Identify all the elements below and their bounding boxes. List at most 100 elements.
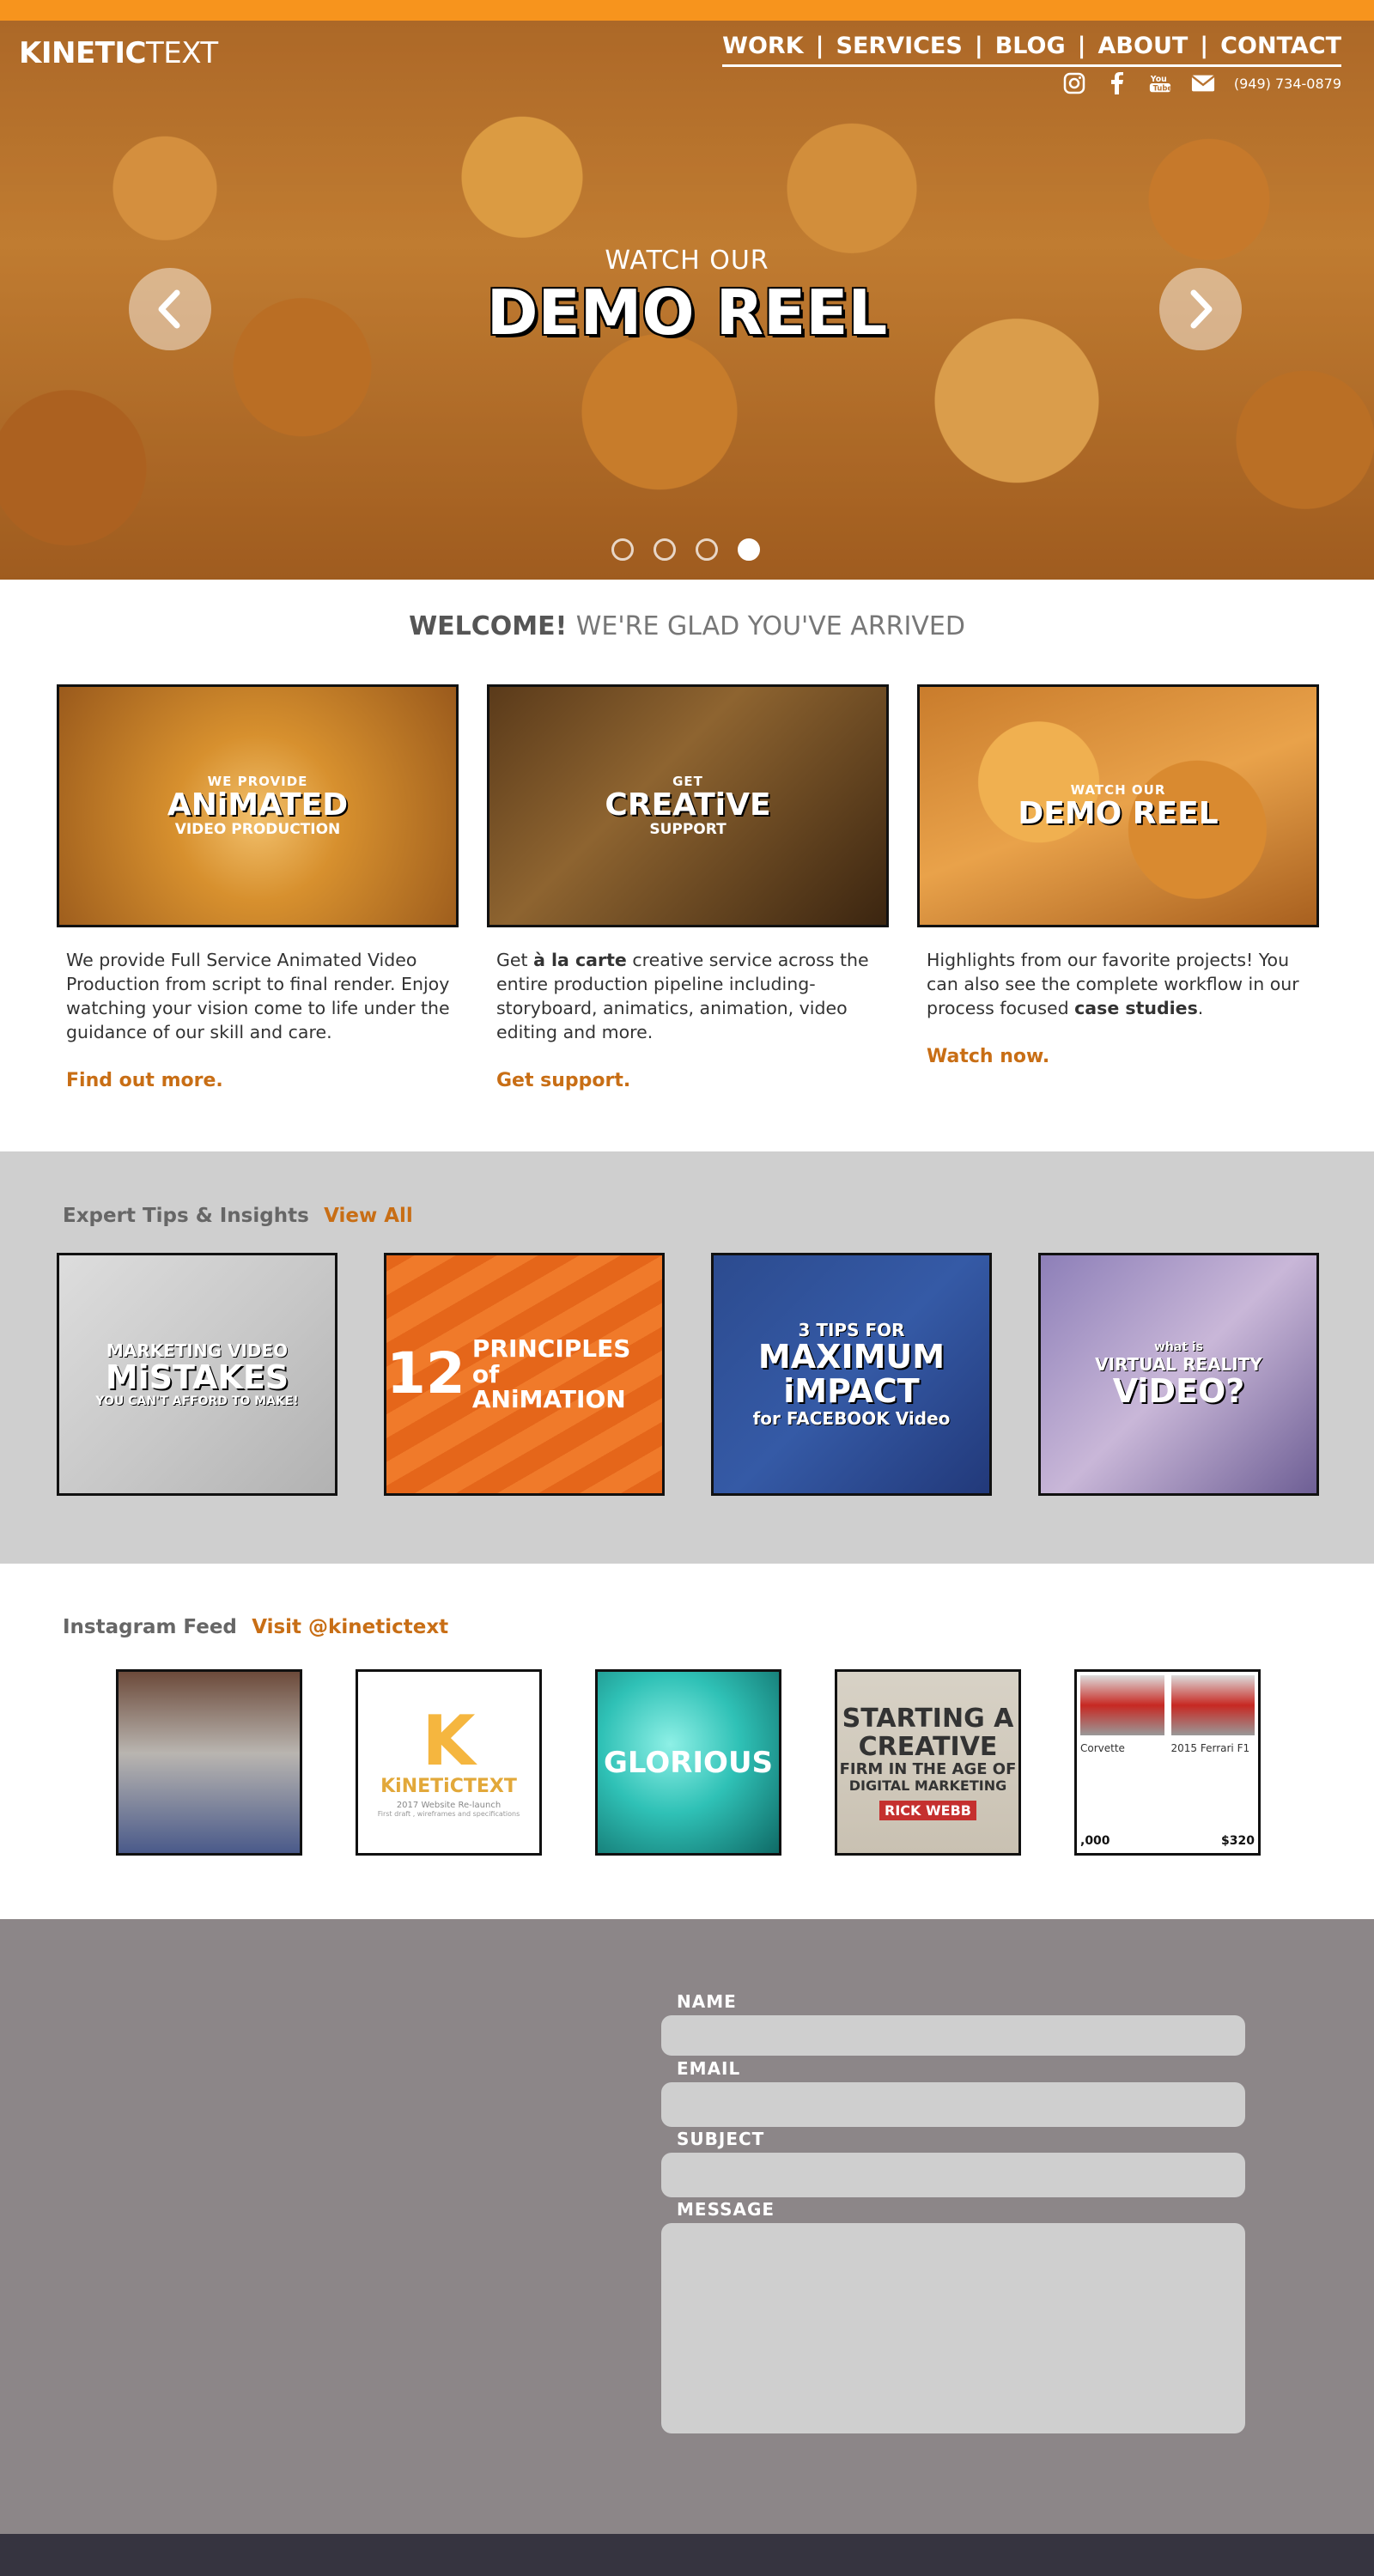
carousel-dots xyxy=(611,538,760,561)
carousel-prev-button[interactable] xyxy=(129,268,211,350)
post-caption: First draft , wireframes and specificati… xyxy=(377,1810,520,1818)
hero-carousel: KINETICTEXT WORK | SERVICES | BLOG | ABO… xyxy=(0,21,1374,580)
listing-left: Corvette ,000 xyxy=(1077,1672,1168,1853)
welcome-light: WE'RE GLAD YOU'VE ARRIVED xyxy=(575,611,965,641)
card-image-title: DEMO REEL xyxy=(1018,795,1219,831)
instagram-post-car-show[interactable] xyxy=(116,1669,302,1856)
footer xyxy=(0,2534,1374,2576)
name-field[interactable] xyxy=(661,2015,1245,2056)
car-photo xyxy=(1170,1675,1255,1735)
welcome-strong: WELCOME! xyxy=(409,611,568,641)
car-photo xyxy=(1080,1675,1164,1735)
nav-contact[interactable]: CONTACT xyxy=(1220,33,1341,59)
listing-right: 2015 Ferrari F1 $320 xyxy=(1168,1672,1259,1853)
instagram-icon[interactable] xyxy=(1062,72,1086,94)
tile-title: MiSTAKES xyxy=(105,1358,289,1396)
facebook-icon[interactable] xyxy=(1105,72,1129,94)
kinetictext-k-logo: K xyxy=(422,1701,476,1781)
service-card: WE PROVIDE ANiMATED VIDEO PRODUCTION We … xyxy=(57,684,459,1091)
tip-tile-facebook-impact[interactable]: 3 TIPS FOR MAXIMUM iMPACT for FACEBOOK V… xyxy=(711,1253,992,1496)
view-all-link[interactable]: View All xyxy=(324,1205,413,1227)
text-bold: case studies xyxy=(1074,998,1198,1018)
email-field[interactable] xyxy=(661,2082,1245,2127)
tile-line: YOU CAN'T AFFORD TO MAKE! xyxy=(95,1394,299,1409)
nav-separator: | xyxy=(815,33,824,59)
youtube-icon[interactable]: You Tube xyxy=(1148,72,1172,94)
svg-text:Tube: Tube xyxy=(1152,83,1171,92)
carousel-next-button[interactable] xyxy=(1159,268,1242,350)
tile-title: ANiMATION xyxy=(471,1385,626,1414)
text-bold: à la carte xyxy=(533,950,627,970)
post-caption: 2017 Website Re-launch xyxy=(396,1801,502,1810)
carousel-dot-1[interactable] xyxy=(611,538,634,561)
card-image-kicker: WE PROVIDE xyxy=(207,773,308,789)
top-accent-bar xyxy=(0,0,1374,21)
instagram-post-website-relaunch[interactable]: K KiNETiCTEXT 2017 Website Re-launch Fir… xyxy=(356,1669,542,1856)
visit-instagram-link[interactable]: Visit @kinetictext xyxy=(252,1616,448,1638)
card-image-kicker: WATCH OUR xyxy=(1070,781,1166,798)
text-part: . xyxy=(1197,998,1204,1018)
service-card: WATCH OUR DEMO REEL Highlights from our … xyxy=(917,684,1319,1091)
tile-title: iMPACT xyxy=(783,1371,920,1410)
subject-label: SUBJECT xyxy=(677,2129,765,2149)
nav-blog[interactable]: BLOG xyxy=(995,33,1066,59)
nav-about[interactable]: ABOUT xyxy=(1098,33,1189,59)
instagram-heading: Instagram Feed Visit @kinetictext xyxy=(63,1616,448,1638)
nav-separator: | xyxy=(1077,33,1086,59)
welcome-heading: WELCOME! WE'RE GLAD YOU'VE ARRIVED xyxy=(0,611,1374,641)
logo-bold: KINETIC xyxy=(19,36,146,70)
instagram-post-car-listing[interactable]: Corvette ,000 2015 Ferrari F1 $320 xyxy=(1074,1669,1261,1856)
subject-field[interactable] xyxy=(661,2153,1245,2197)
name-label: NAME xyxy=(677,1991,737,2012)
tips-title: Expert Tips & Insights xyxy=(63,1205,309,1227)
chevron-right-icon xyxy=(1190,289,1213,329)
tile-line: PRINCIPLES of xyxy=(471,1334,631,1388)
nav-separator: | xyxy=(974,33,983,59)
book-title: CREATIVE xyxy=(858,1732,998,1763)
tile-row: 12 PRINCIPLES of ANiMATION xyxy=(386,1336,662,1412)
nav-services[interactable]: SERVICES xyxy=(836,33,963,59)
instagram-post-glorious[interactable]: GLORIOUS xyxy=(595,1669,781,1856)
listing-price: $320 xyxy=(1221,1834,1255,1848)
card-image-creative[interactable]: GET CREATiVE SUPPORT xyxy=(487,684,889,927)
tip-tile-principles[interactable]: 12 PRINCIPLES of ANiMATION xyxy=(384,1253,665,1496)
card-description: Highlights from our favorite projects! Y… xyxy=(917,948,1319,1020)
nav-separator: | xyxy=(1200,33,1209,59)
phone-number[interactable]: (949) 734-0879 xyxy=(1234,76,1341,92)
find-out-more-link[interactable]: Find out more. xyxy=(57,1070,459,1091)
listing-price: ,000 xyxy=(1080,1834,1110,1848)
watch-now-link[interactable]: Watch now. xyxy=(917,1046,1319,1067)
tip-tile-marketing-mistakes[interactable]: MARKETING VIDEO MiSTAKES YOU CAN'T AFFOR… xyxy=(57,1253,337,1496)
post-brand: KiNETiCTEXT xyxy=(380,1776,517,1797)
tile-title: ViDEO? xyxy=(1112,1371,1245,1410)
carousel-dot-2[interactable] xyxy=(654,538,676,561)
tile-line: VIRTUAL REALITY xyxy=(1095,1353,1262,1375)
instagram-title: Instagram Feed xyxy=(63,1616,237,1638)
post-text: GLORIOUS xyxy=(603,1745,774,1780)
tile-number: 12 xyxy=(386,1340,465,1407)
logo[interactable]: KINETICTEXT xyxy=(19,36,218,70)
email-icon[interactable] xyxy=(1191,72,1215,94)
instagram-feed: K KiNETiCTEXT 2017 Website Re-launch Fir… xyxy=(116,1669,1261,1856)
card-image-demo-reel[interactable]: WATCH OUR DEMO REEL xyxy=(917,684,1319,927)
card-image-animated[interactable]: WE PROVIDE ANiMATED VIDEO PRODUCTION xyxy=(57,684,459,927)
carousel-dot-3[interactable] xyxy=(696,538,718,561)
page: KINETICTEXT WORK | SERVICES | BLOG | ABO… xyxy=(0,0,1374,2576)
card-description: Get à la carte creative service across t… xyxy=(487,948,889,1044)
tips-section: Expert Tips & Insights View All MARKETIN… xyxy=(0,1151,1374,1564)
listing-caption: Corvette xyxy=(1080,1742,1125,1754)
main-nav: WORK | SERVICES | BLOG | ABOUT | CONTACT xyxy=(722,33,1341,67)
hero-kicker: WATCH OUR xyxy=(605,246,769,276)
get-support-link[interactable]: Get support. xyxy=(487,1070,889,1091)
tip-tile-virtual-reality[interactable]: what is VIRTUAL REALITY ViDEO? xyxy=(1038,1253,1319,1496)
card-image-title: CREATiVE xyxy=(605,787,771,823)
carousel-dot-4[interactable] xyxy=(738,538,760,561)
message-field[interactable] xyxy=(661,2223,1245,2433)
card-description: We provide Full Service Animated Video P… xyxy=(66,950,450,1042)
card-image-kicker: GET xyxy=(672,773,703,789)
service-card: GET CREATiVE SUPPORT Get à la carte crea… xyxy=(487,684,889,1091)
nav-work[interactable]: WORK xyxy=(722,33,803,59)
contact-form-section: NAME EMAIL SUBJECT MESSAGE xyxy=(0,1919,1374,2534)
logo-light: TEXT xyxy=(145,36,218,70)
instagram-post-book-cover[interactable]: STARTING A CREATIVE FIRM IN THE AGE OF D… xyxy=(835,1669,1021,1856)
